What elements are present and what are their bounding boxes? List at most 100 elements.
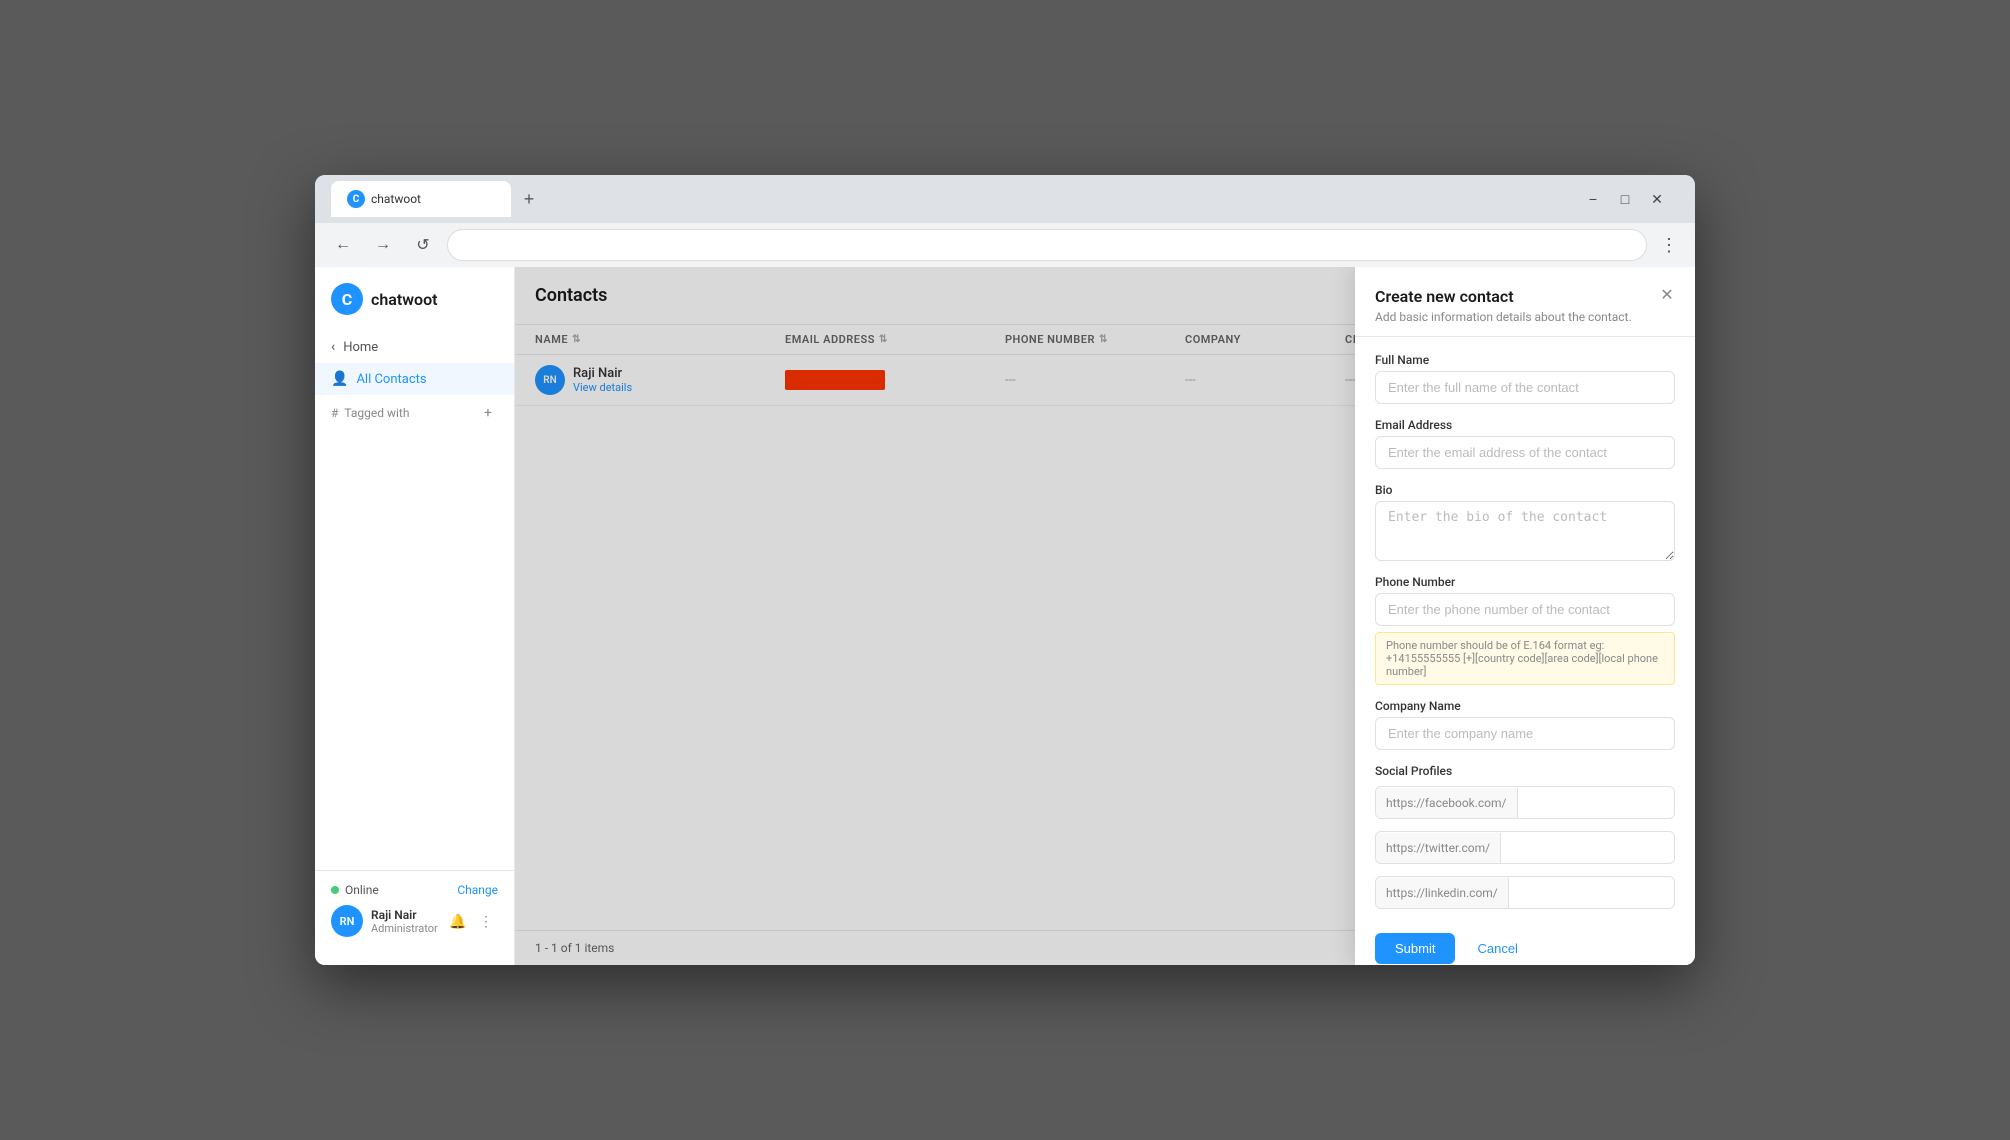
sidebar-item-home[interactable]: ‹ Home <box>315 331 514 363</box>
contact-name-cell: RN Raji Nair View details <box>535 365 785 395</box>
panel-form: Full Name Email Address Bio <box>1355 337 1695 933</box>
linkedin-prefix: https://linkedin.com/ <box>1376 878 1509 908</box>
full-name-input[interactable] <box>1375 371 1675 404</box>
company-group: Company Name <box>1375 699 1675 750</box>
tab-favicon: C <box>347 190 365 208</box>
back-button[interactable]: ← <box>327 229 359 261</box>
facebook-input-wrapper: https://facebook.com/ <box>1375 786 1675 819</box>
online-label: Online <box>345 883 379 897</box>
close-panel-button[interactable]: ✕ <box>1655 283 1679 307</box>
main-content: Contacts 🔍 NAME ⇅ EMAIL ADDRESS ⇅ PHONE … <box>515 267 1695 965</box>
window-controls: − □ ✕ <box>1579 185 1671 213</box>
company-input[interactable] <box>1375 717 1675 750</box>
address-bar[interactable] <box>447 229 1647 261</box>
new-tab-button[interactable]: + <box>515 185 543 213</box>
chatwoot-logo-icon: C <box>331 283 363 315</box>
create-contact-panel: Create new contact Add basic information… <box>1355 267 1695 965</box>
page-title: Contacts <box>535 285 607 306</box>
sidebar-nav: ‹ Home 👤 All Contacts # Tagged with + <box>315 331 514 870</box>
status-dot <box>331 886 339 894</box>
pagination-text: 1 - 1 of 1 items <box>535 941 614 955</box>
maximize-button[interactable]: □ <box>1611 185 1639 213</box>
phone-group: Phone Number Phone number should be of E… <box>1375 575 1675 685</box>
notification-button[interactable]: 🔔 <box>446 909 470 933</box>
contacts-icon: 👤 <box>331 371 348 387</box>
user-info: RN Raji Nair Administrator 🔔 ⋮ <box>331 905 498 937</box>
full-name-label: Full Name <box>1375 353 1675 367</box>
hash-icon: # <box>331 406 338 420</box>
social-profiles-label: Social Profiles <box>1375 764 1675 778</box>
app-content: C chatwoot ‹ Home 👤 All Contacts # Tagge… <box>315 267 1695 965</box>
email-group: Email Address <box>1375 418 1675 469</box>
sidebar-item-all-contacts[interactable]: 👤 All Contacts <box>315 363 514 395</box>
col-name[interactable]: NAME ⇅ <box>535 333 785 346</box>
browser-tab[interactable]: C chatwoot <box>331 181 511 217</box>
bio-input[interactable] <box>1375 501 1675 561</box>
contact-company: --- <box>1185 373 1345 388</box>
change-status-link[interactable]: Change <box>457 883 498 897</box>
twitter-input[interactable] <box>1501 832 1675 863</box>
linkedin-input-wrapper: https://linkedin.com/ <box>1375 876 1675 909</box>
panel-actions: Submit Cancel <box>1355 933 1695 965</box>
email-redacted <box>785 370 885 390</box>
sort-name-icon: ⇅ <box>572 334 581 345</box>
tagged-with-label: Tagged with <box>344 406 409 420</box>
avatar: RN <box>331 905 363 937</box>
add-tag-button[interactable]: + <box>478 403 498 423</box>
full-name-group: Full Name <box>1375 353 1675 404</box>
browser-toolbar: ← → ↺ ⋮ <box>315 223 1695 267</box>
user-role: Administrator <box>371 922 438 935</box>
phone-label: Phone Number <box>1375 575 1675 589</box>
more-options-button[interactable]: ⋮ <box>474 909 498 933</box>
browser-menu-button[interactable]: ⋮ <box>1655 231 1683 259</box>
forward-button[interactable]: → <box>367 229 399 261</box>
twitter-input-wrapper: https://twitter.com/ <box>1375 831 1675 864</box>
sidebar-bottom: Online Change RN Raji Nair Administrator… <box>315 870 514 949</box>
sidebar-contacts-label: All Contacts <box>356 372 426 387</box>
bio-group: Bio <box>1375 483 1675 561</box>
contact-name: Raji Nair <box>573 366 632 381</box>
browser-titlebar: C chatwoot + − □ ✕ <box>315 175 1695 223</box>
tab-bar: C chatwoot + <box>331 181 1571 217</box>
email-label: Email Address <box>1375 418 1675 432</box>
contact-phone: --- <box>1005 373 1185 388</box>
phone-input[interactable] <box>1375 593 1675 626</box>
phone-warning: Phone number should be of E.164 format e… <box>1375 632 1675 685</box>
tab-label: chatwoot <box>371 192 421 206</box>
submit-button[interactable]: Submit <box>1375 933 1455 964</box>
user-details: Raji Nair Administrator <box>371 908 438 935</box>
contact-email-cell <box>785 370 1005 390</box>
reload-button[interactable]: ↺ <box>407 229 439 261</box>
panel-title: Create new contact <box>1375 287 1675 306</box>
social-profiles-group: Social Profiles https://facebook.com/ ht… <box>1375 764 1675 917</box>
bio-label: Bio <box>1375 483 1675 497</box>
sidebar-logo: C chatwoot <box>315 283 514 331</box>
col-phone[interactable]: PHONE NUMBER ⇅ <box>1005 333 1185 346</box>
panel-header: Create new contact Add basic information… <box>1355 267 1695 337</box>
avatar: RN <box>535 365 565 395</box>
sidebar-home-label: Home <box>343 340 378 355</box>
facebook-input[interactable] <box>1518 787 1675 818</box>
home-icon: ‹ <box>331 339 335 355</box>
minimize-button[interactable]: − <box>1579 185 1607 213</box>
linkedin-input[interactable] <box>1509 877 1675 908</box>
user-name: Raji Nair <box>371 908 438 922</box>
chatwoot-logo-text: chatwoot <box>371 290 438 309</box>
sidebar-tagged-section[interactable]: # Tagged with + <box>315 395 514 431</box>
user-actions: 🔔 ⋮ <box>446 909 498 933</box>
col-company: COMPANY <box>1185 333 1345 346</box>
online-status: Online Change <box>331 883 498 897</box>
close-button[interactable]: ✕ <box>1643 185 1671 213</box>
twitter-prefix: https://twitter.com/ <box>1376 833 1501 863</box>
cancel-button[interactable]: Cancel <box>1465 933 1529 964</box>
sort-email-icon: ⇅ <box>879 334 888 345</box>
sidebar: C chatwoot ‹ Home 👤 All Contacts # Tagge… <box>315 267 515 965</box>
col-email[interactable]: EMAIL ADDRESS ⇅ <box>785 333 1005 346</box>
company-label: Company Name <box>1375 699 1675 713</box>
panel-subtitle: Add basic information details about the … <box>1375 310 1675 324</box>
sort-phone-icon: ⇅ <box>1099 334 1108 345</box>
contact-info: Raji Nair View details <box>573 366 632 394</box>
email-input[interactable] <box>1375 436 1675 469</box>
facebook-prefix: https://facebook.com/ <box>1376 788 1518 818</box>
view-details-link[interactable]: View details <box>573 381 632 394</box>
